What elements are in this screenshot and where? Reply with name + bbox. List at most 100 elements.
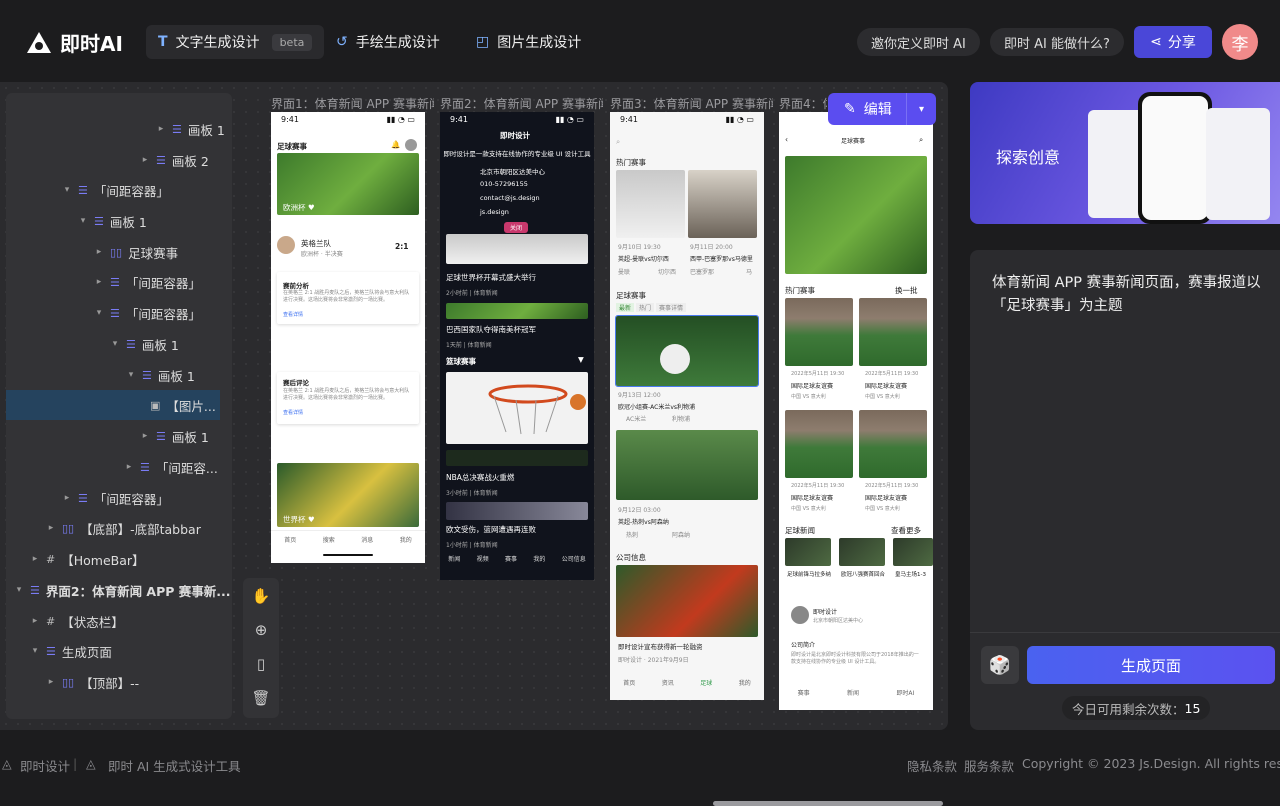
search-icon[interactable]: ⌕: [919, 135, 923, 145]
footer-brand[interactable]: 即时设计: [20, 756, 70, 775]
frame-label[interactable]: 界面2：体育新闻 APP 赛事新闻页面: [440, 95, 603, 112]
back-icon[interactable]: ‹: [785, 135, 788, 144]
tab-news[interactable]: 新闻: [448, 554, 460, 563]
chip[interactable]: 最新: [616, 303, 635, 312]
frame-label[interactable]: 界面1：体育新闻 APP 赛事新闻页面: [271, 95, 434, 112]
explore-banner[interactable]: 探索创意: [970, 82, 1280, 224]
match-title[interactable]: 国际足球友谊赛: [791, 493, 833, 502]
horizontal-scrollbar[interactable]: [713, 801, 943, 806]
tab-events[interactable]: 赛事: [505, 554, 517, 563]
tree-node-selected[interactable]: ▣ 【图片...: [6, 390, 220, 420]
target-icon[interactable]: ⊕: [251, 620, 271, 640]
news-title[interactable]: 巴西国家队夺得南美杯冠军: [446, 324, 536, 335]
hand-tool-icon[interactable]: ✋: [251, 586, 271, 606]
tab-home[interactable]: 首页: [623, 678, 635, 687]
tree-node[interactable]: ▸ ☰ 画板 2: [140, 145, 209, 175]
news-title[interactable]: 即时设计宣布获得新一轮融资: [618, 641, 703, 651]
close-button[interactable]: 关闭: [504, 222, 529, 233]
tab-messages[interactable]: 消息: [361, 535, 373, 544]
tab-home[interactable]: 首页: [284, 535, 296, 544]
news-title[interactable]: 欧冠八强赛首回合: [841, 570, 885, 578]
tree-node[interactable]: ▸ ☰ 画板 1: [156, 114, 225, 144]
match-title[interactable]: 英超-热刺vs阿森纳: [618, 517, 669, 526]
tree-node[interactable]: ▸ ▯▯ 【底部】-底部tabbar: [46, 513, 201, 543]
tree-node[interactable]: ▾ ☰ 画板 1: [126, 360, 195, 390]
trash-icon[interactable]: 🗑: [251, 688, 271, 708]
match-title[interactable]: 国际足球友谊赛: [865, 381, 907, 390]
tree-node[interactable]: ▸ ☰ 「间距容器」: [62, 483, 169, 513]
tab-search[interactable]: 搜索: [323, 535, 335, 544]
user-avatar[interactable]: 李: [1222, 24, 1258, 60]
tree-node[interactable]: ▸ ☰ 画板 1: [140, 421, 209, 451]
news-title[interactable]: NBA总决赛战火重燃: [446, 472, 514, 483]
news-title[interactable]: 足球世界杯开幕式盛大举行: [446, 272, 536, 283]
tree-node[interactable]: ▸ # 【状态栏】: [30, 606, 124, 636]
match-title[interactable]: 国际足球友谊赛: [791, 381, 833, 390]
tree-node[interactable]: ▾ ☰ 生成页面: [30, 636, 112, 666]
about-link[interactable]: 即时 AI 能做什么?: [990, 28, 1124, 56]
tree-node[interactable]: ▾ ☰ 画板 1: [110, 329, 179, 359]
signal-icon: ▮▮ ◔ ▭: [725, 114, 754, 124]
screen-2-frame[interactable]: 9:41 ▮▮ ◔ ▭ 即时设计 即时设计是一款支持在线协作的专业级 UI 设计工…: [440, 112, 594, 580]
news-title[interactable]: 欧文受伤，篮网遭遇再连败: [446, 524, 536, 535]
generate-button[interactable]: 生成页面: [1027, 646, 1275, 684]
frame-label[interactable]: 界面4：体育新闻: [779, 95, 827, 112]
chip[interactable]: 热门: [636, 303, 655, 312]
tab-ai[interactable]: 即时AI: [896, 688, 914, 697]
invite-link[interactable]: 邀你定义即时 AI: [857, 28, 980, 56]
match-title[interactable]: 欧冠小组赛-AC米兰vs利物浦: [618, 402, 695, 411]
more-link[interactable]: 查看详情: [283, 409, 303, 416]
match-title[interactable]: 英超-曼联vs切尔西: [618, 254, 669, 263]
see-more-link[interactable]: 查看更多: [891, 525, 921, 536]
bell-icon[interactable]: 🔔: [391, 140, 400, 149]
share-button[interactable]: ⋖ 分享: [1134, 26, 1212, 58]
chip[interactable]: 赛事详情: [656, 303, 687, 312]
phone-icon[interactable]: ▯: [251, 654, 271, 674]
tab-news[interactable]: 资讯: [662, 678, 674, 687]
tab-events[interactable]: 赛事: [798, 688, 810, 697]
dice-icon[interactable]: 🎲: [981, 646, 1019, 684]
avatar[interactable]: [405, 139, 417, 151]
filter-icon[interactable]: ▼: [578, 355, 584, 364]
match-image-selected[interactable]: [615, 315, 759, 387]
tab-football[interactable]: 足球: [700, 678, 712, 687]
tab-mine[interactable]: 我的: [739, 678, 751, 687]
tree-node[interactable]: ▾ ☰ 「间距容器」: [62, 175, 169, 205]
tab-text-design[interactable]: T 文字生成设计 beta: [146, 25, 325, 59]
edit-button[interactable]: ✎ 编辑 ▾: [828, 93, 936, 125]
news-title[interactable]: 足球前锋马拉多纳: [787, 570, 831, 578]
chevron-down-icon[interactable]: ▾: [906, 93, 936, 125]
frame-label[interactable]: 界面3：体育新闻 APP 赛事新闻页面: [610, 95, 773, 112]
tree-node[interactable]: ▸ ▯▯ 足球赛事: [94, 237, 178, 267]
refresh-link[interactable]: 换一批: [895, 285, 918, 296]
tree-node[interactable]: ▾ ☰ 画板 1: [78, 206, 147, 236]
tree-node[interactable]: ▸ # 【HomeBar】: [30, 544, 145, 574]
tab-company[interactable]: 公司信息: [562, 554, 586, 563]
canvas-workspace[interactable]: ▸ ☰ 画板 1 ▸ ☰ 画板 2 ▾ ☰ 「间距容器」 ▾ ☰ 画板 1 ▸ ▯▯ 足球赛事 ▸ ☰…: [0, 82, 948, 806]
screen-1-frame[interactable]: 9:41 ▮▮ ◔ ▭ 足球赛事 🔔 欧洲杯 ♥ 英格兰队 欧洲杯 · 半决赛 2…: [271, 112, 425, 563]
tree-node[interactable]: ▸ ☰ 「间距容...: [124, 452, 218, 482]
tab-video[interactable]: 视频: [477, 554, 489, 563]
search-icon[interactable]: ⌕: [616, 137, 620, 147]
app-logo[interactable]: 即时AI: [26, 28, 123, 57]
tree-node[interactable]: ▸ ☰ 「间距容器」: [94, 267, 201, 297]
column-icon: ▯▯: [110, 245, 123, 259]
tree-node[interactable]: ▸ ▯▯ 【顶部】--: [46, 667, 139, 697]
tree-node[interactable]: ▾ ☰ 「间距容器」: [94, 298, 201, 328]
news-title[interactable]: 皇马主场1-3: [895, 570, 926, 578]
tree-node[interactable]: ▾ ☰ 界面2：体育新闻 APP 赛事新...: [14, 575, 231, 605]
tab-mine[interactable]: 我的: [400, 535, 412, 544]
tab-sketch-design[interactable]: ↺ 手绘生成设计: [324, 25, 452, 59]
footer-brand[interactable]: 即时 AI 生成式设计工具: [108, 756, 241, 775]
screen-3-frame[interactable]: 9:41 ▮▮ ◔ ▭ ⌕ 热门赛事 9月10日 19:30 9月11日 20:0…: [610, 112, 764, 700]
terms-link[interactable]: 服务条款: [964, 756, 1014, 775]
more-link[interactable]: 查看详情: [283, 311, 303, 318]
match-title[interactable]: 西甲-巴塞罗那vs马德里: [690, 254, 753, 263]
privacy-link[interactable]: 隐私条款: [907, 756, 957, 775]
tab-mine[interactable]: 我的: [533, 554, 545, 563]
tab-news[interactable]: 新闻: [847, 688, 859, 697]
screen-4-frame[interactable]: ‹ 足球赛事 ⌕ 热门赛事 换一批 2022年5月11日 19:30 2022年…: [779, 112, 933, 710]
tab-image-design[interactable]: ◰ 图片生成设计: [464, 25, 593, 59]
match-title[interactable]: 国际足球友谊赛: [865, 493, 907, 502]
prompt-text[interactable]: 体育新闻 APP 赛事新闻页面，赛事报道以「足球赛事」为主题: [992, 272, 1280, 318]
